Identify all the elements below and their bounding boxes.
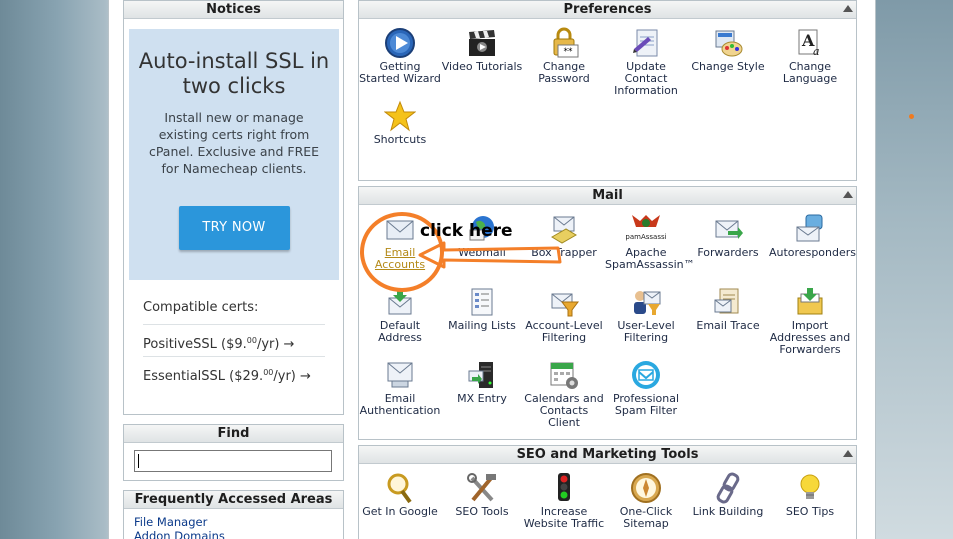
compatible-label: Compatible certs: (143, 297, 325, 325)
seo-tools[interactable]: SEO Tools (441, 472, 523, 518)
seo-tips[interactable]: SEO Tips (769, 472, 851, 518)
collapse-icon[interactable] (843, 5, 853, 12)
find-input[interactable] (134, 450, 332, 472)
getting-started-wizard[interactable]: Getting Started Wizard (359, 27, 441, 85)
palette-style-icon (715, 30, 743, 57)
video-tutorials[interactable]: Video Tutorials (441, 27, 523, 73)
mailing-list-icon (471, 288, 493, 316)
import-addresses-and-forwarders[interactable]: Import Addresses and Forwarders (769, 286, 851, 356)
link-building[interactable]: Link Building (687, 472, 769, 518)
compatible-certs: Compatible certs: PositiveSSL ($9.00/yr)… (143, 297, 325, 389)
get-in-google[interactable]: Get In Google (359, 472, 441, 518)
annotation-click-here: click here (420, 221, 513, 241)
email-trace-icon (714, 288, 739, 314)
forward-envelope-icon (715, 220, 743, 239)
promo-title: Auto-install SSL in two clicks (138, 49, 330, 98)
professional-spam-filter[interactable]: Professional Spam Filter (605, 359, 687, 417)
user-level-filtering[interactable]: User-Level Filtering (605, 286, 687, 344)
apache-spamassassin[interactable]: SpamAssassin Apache SpamAssassin™ (605, 213, 695, 271)
frequent-panel: Frequently Accessed Areas File Manager A… (123, 490, 344, 539)
cert-link-essentialssl[interactable]: EssentialSSL ($29.00/yr) → (143, 357, 325, 389)
mailing-lists[interactable]: Mailing Lists (441, 286, 523, 332)
clapperboard-icon (469, 30, 495, 56)
email-authentication[interactable]: Email Authentication (359, 359, 441, 417)
language-icon: Aa (798, 29, 820, 58)
orange-dot (909, 114, 914, 119)
file-manager-link[interactable]: File Manager (134, 515, 343, 529)
preferences-header: Preferences (359, 1, 856, 19)
wizard-play-icon (385, 28, 415, 58)
background-right (876, 0, 953, 539)
mx-entry[interactable]: MX Entry (441, 359, 523, 405)
seo-title: SEO and Marketing Tools (516, 447, 699, 462)
shortcuts[interactable]: Shortcuts (359, 100, 441, 146)
account-level-filtering[interactable]: Account-Level Filtering (523, 286, 605, 344)
try-now-button[interactable]: TRY NOW (178, 206, 290, 250)
svg-text:SpamAssassin: SpamAssassin (626, 233, 666, 241)
svg-text:**: ** (564, 47, 574, 57)
server-icon (468, 362, 493, 388)
email-trace[interactable]: Email Trace (687, 286, 769, 332)
preferences-title: Preferences (563, 2, 652, 17)
cert-link-positivessl[interactable]: PositiveSSL ($9.00/yr) → (143, 325, 325, 357)
user-filter-icon (634, 291, 661, 315)
find-panel: Find (123, 424, 344, 481)
compass-icon (631, 473, 661, 503)
calendars-and-contacts-client[interactable]: Calendars and Contacts Client (523, 359, 605, 429)
lightbulb-icon (800, 474, 820, 499)
contact-document-icon (633, 29, 658, 57)
svg-text:a: a (813, 45, 820, 58)
seo-header: SEO and Marketing Tools (359, 446, 856, 464)
mail-title: Mail (592, 188, 623, 203)
change-style[interactable]: Change Style (687, 27, 769, 73)
update-contact-information[interactable]: Update Contact Information (605, 27, 687, 97)
spamassassin-icon: SpamAssassin (626, 215, 666, 241)
calendar-icon (550, 362, 578, 389)
addon-domains-link[interactable]: Addon Domains (134, 529, 343, 539)
envelope-icon (386, 220, 414, 240)
chain-link-icon (716, 472, 740, 504)
annotation-arrow-icon (418, 241, 562, 269)
notices-header: Notices (124, 1, 343, 19)
import-icon (797, 288, 823, 315)
one-click-sitemap[interactable]: One-Click Sitemap (605, 472, 687, 530)
star-icon (384, 100, 416, 132)
frequent-header: Frequently Accessed Areas (124, 491, 343, 509)
autoresponder-icon (796, 214, 823, 242)
tools-icon (467, 473, 496, 502)
autoresponders[interactable]: Autoresponders (769, 213, 856, 259)
promo-description: Install new or manage existing certs rig… (148, 110, 320, 176)
default-address-icon (388, 288, 412, 315)
filter-icon (551, 293, 579, 317)
traffic-light-icon (558, 473, 570, 501)
magnifier-icon (387, 473, 412, 504)
collapse-icon[interactable] (843, 191, 853, 198)
email-auth-icon (387, 362, 413, 388)
increase-website-traffic[interactable]: Increase Website Traffic (523, 472, 605, 530)
change-password[interactable]: ** Change Password (523, 27, 605, 85)
forwarders[interactable]: Forwarders (687, 213, 769, 259)
notices-panel: Notices Auto-install SSL in two clicks I… (123, 0, 344, 415)
default-address[interactable]: Default Address (359, 286, 441, 344)
lock-password-icon: ** (553, 27, 579, 58)
change-language[interactable]: Aa Change Language (769, 27, 851, 85)
mail-header: Mail (359, 187, 856, 205)
find-header: Find (124, 425, 343, 443)
ssl-promo: Auto-install SSL in two clicks Install n… (129, 29, 339, 280)
spam-filter-icon (632, 361, 660, 389)
collapse-icon[interactable] (843, 450, 853, 457)
